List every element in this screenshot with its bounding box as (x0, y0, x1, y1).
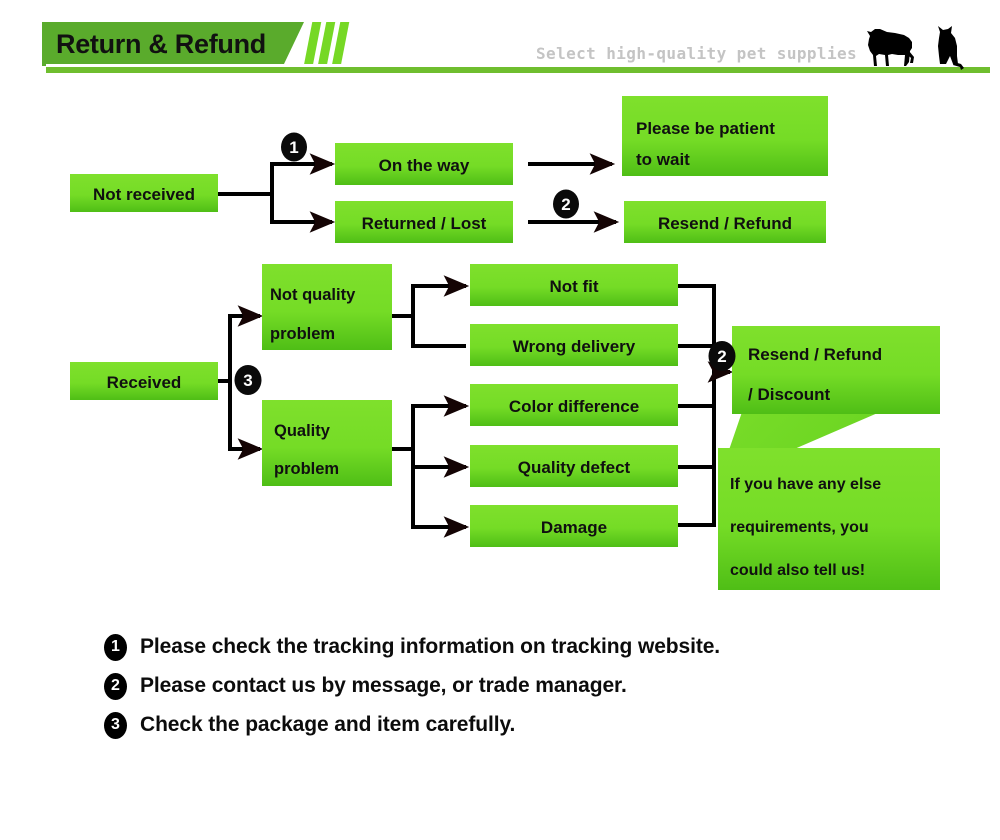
node-returned-lost-label: Returned / Lost (362, 214, 487, 233)
note-text: Check the package and item carefully. (140, 713, 516, 736)
node-not-received[interactable]: Not received (70, 174, 218, 212)
conn-q-to-qualitydefect (411, 449, 470, 478)
note-row: 1 Please check the tracking information … (104, 628, 924, 666)
node-resend-discount-line1: Resend / Refund (748, 345, 882, 364)
node-wrong-delivery-label: Wrong delivery (513, 337, 636, 356)
marker-3-label: 3 (243, 371, 252, 390)
header-rule-highlight (46, 64, 990, 66)
note-row: 3 Check the package and item carefully. (104, 706, 924, 744)
header-rule (46, 67, 990, 73)
conn-nq-to-wrongdelivery (411, 316, 466, 348)
node-not-received-label: Not received (93, 185, 195, 204)
node-please-be-patient-line2: to wait (636, 150, 690, 169)
callout-line3: could also tell us! (730, 562, 865, 579)
node-received-label: Received (107, 373, 182, 392)
note-number-badge: 3 (104, 711, 127, 739)
note-row: 2 Please contact us by message, or trade… (104, 667, 924, 705)
node-color-difference[interactable]: Color difference (470, 384, 678, 426)
marker-2-top-label: 2 (561, 195, 570, 214)
node-damage-label: Damage (541, 518, 607, 537)
note-text: Please check the tracking information on… (140, 635, 721, 658)
callout-line2: requirements, you (730, 519, 869, 536)
conn-nq-to-notfit (411, 275, 470, 316)
marker-1-label: 1 (289, 138, 298, 157)
pet-silhouettes (867, 26, 964, 70)
node-wrong-delivery[interactable]: Wrong delivery (470, 324, 678, 366)
page-title: Return & Refund (56, 29, 266, 59)
node-received[interactable]: Received (70, 362, 218, 400)
callout-line1: If you have any else (730, 476, 881, 493)
page-header: Return & Refund Select high-quality pet … (0, 0, 1000, 82)
node-quality-defect[interactable]: Quality defect (470, 445, 678, 487)
node-on-the-way-label: On the way (379, 156, 470, 175)
node-please-be-patient[interactable]: Please be patient to wait (622, 96, 828, 176)
section2-quality-connectors (391, 395, 470, 538)
conn-to-ontheway (270, 153, 336, 194)
node-color-difference-label: Color difference (509, 397, 639, 416)
node-resend-refund[interactable]: Resend / Refund (624, 201, 826, 243)
node-not-quality-line2: problem (270, 325, 335, 343)
marker-1: 1 (281, 132, 307, 162)
section2-notquality-connectors (391, 275, 470, 348)
node-on-the-way[interactable]: On the way (335, 143, 513, 185)
node-please-be-patient-line1: Please be patient (636, 119, 775, 138)
conn-q-to-colordifference (411, 395, 470, 449)
node-resend-refund-discount[interactable]: Resend / Refund / Discount (732, 326, 940, 414)
note-bullet: 2 (104, 672, 140, 700)
conn-to-returnedlost (270, 194, 336, 233)
marker-2-bottom-label: 2 (717, 347, 726, 366)
marker-2-top: 2 (553, 189, 579, 219)
header-tagline: Select high-quality pet supplies (536, 44, 858, 63)
node-quality-defect-label: Quality defect (518, 458, 631, 477)
note-bullet: 3 (104, 711, 140, 739)
flowchart: Not received On the way Returned / Lost … (70, 96, 940, 590)
marker-3: 3 (234, 365, 262, 395)
node-not-quality-line1: Not quality (270, 286, 356, 304)
footer-notes: 1 Please check the tracking information … (104, 628, 924, 745)
marker-2-bottom: 2 (708, 341, 736, 371)
note-number-badge: 2 (104, 672, 127, 700)
dog-icon (867, 29, 914, 66)
node-resend-discount-line2: / Discount (748, 385, 831, 404)
node-quality-line2: problem (274, 460, 339, 478)
node-not-fit[interactable]: Not fit (470, 264, 678, 306)
callout-box: If you have any else requirements, you c… (718, 448, 940, 590)
conn-q-to-damage (411, 449, 470, 538)
node-quality-line1: Quality (274, 422, 331, 440)
note-number-badge: 1 (104, 633, 127, 661)
note-bullet: 1 (104, 633, 140, 661)
cat-icon (938, 26, 964, 70)
node-not-quality-problem[interactable]: Not quality problem (262, 264, 392, 350)
node-resend-refund-label: Resend / Refund (658, 214, 792, 233)
node-quality-problem[interactable]: Quality problem (262, 400, 392, 486)
note-text: Please contact us by message, or trade m… (140, 674, 627, 697)
node-damage[interactable]: Damage (470, 505, 678, 547)
node-not-fit-label: Not fit (549, 277, 598, 296)
node-returned-lost[interactable]: Returned / Lost (335, 201, 513, 243)
